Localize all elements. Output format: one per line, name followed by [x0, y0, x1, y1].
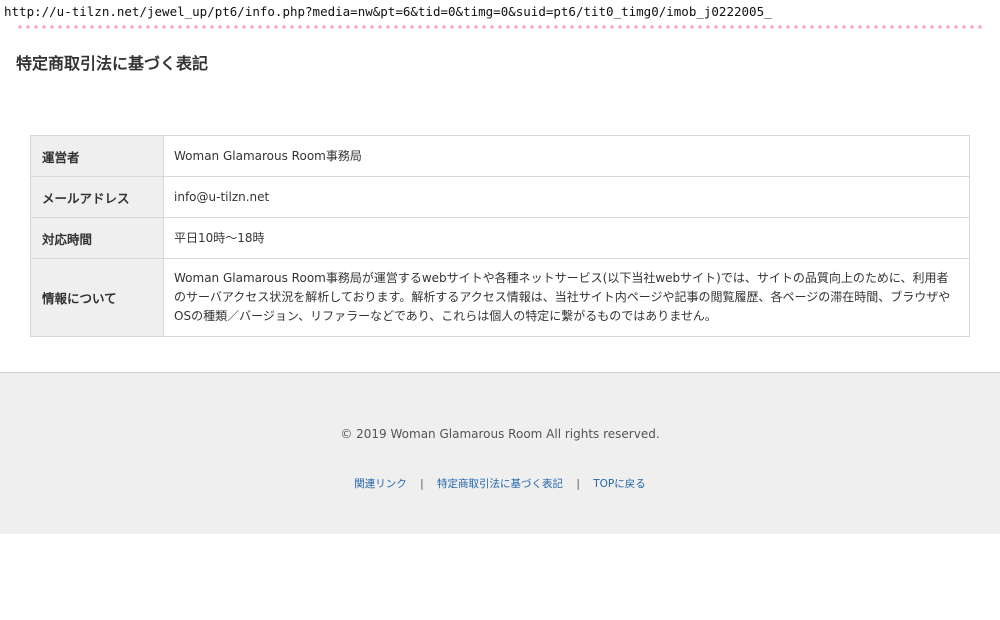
info-table: 運営者 Woman Glamarous Room事務局 メールアドレス info…: [30, 135, 970, 337]
row-label-hours: 対応時間: [30, 217, 164, 259]
footer: © 2019 Woman Glamarous Room All rights r…: [0, 372, 1000, 534]
page-title: 特定商取引法に基づく表記: [16, 54, 209, 73]
row-label-operator: 運営者: [30, 135, 164, 177]
address-bar[interactable]: http://u-tilzn.net/jewel_up/pt6/info.php…: [0, 0, 1000, 24]
legal-notice-link[interactable]: 特定商取引法に基づく表記: [437, 478, 563, 490]
row-value-information: Woman Glamarous Room事務局が運営するwebサイトや各種ネット…: [163, 258, 970, 337]
table-row: メールアドレス info@u-tilzn.net: [30, 176, 970, 218]
copyright-text: © 2019 Woman Glamarous Room All rights r…: [340, 427, 660, 441]
link-separator: |: [420, 478, 424, 490]
table-row: 対応時間 平日10時～18時: [30, 217, 970, 259]
table-row: 情報について Woman Glamarous Room事務局が運営するwebサイ…: [30, 258, 970, 337]
row-label-information: 情報について: [30, 258, 164, 337]
row-value-operator: Woman Glamarous Room事務局: [163, 135, 970, 177]
footer-links: 関連リンク | 特定商取引法に基づく表記 | TOPに戻る: [0, 476, 1000, 491]
link-separator: |: [576, 478, 580, 490]
pink-dotted-divider: [16, 25, 986, 29]
back-to-top-link[interactable]: TOPに戻る: [593, 478, 646, 490]
table-row: 運営者 Woman Glamarous Room事務局: [30, 135, 970, 177]
row-value-email: info@u-tilzn.net: [163, 176, 970, 218]
related-links-link[interactable]: 関連リンク: [354, 478, 407, 490]
row-label-email: メールアドレス: [30, 176, 164, 218]
row-value-hours: 平日10時～18時: [163, 217, 970, 259]
